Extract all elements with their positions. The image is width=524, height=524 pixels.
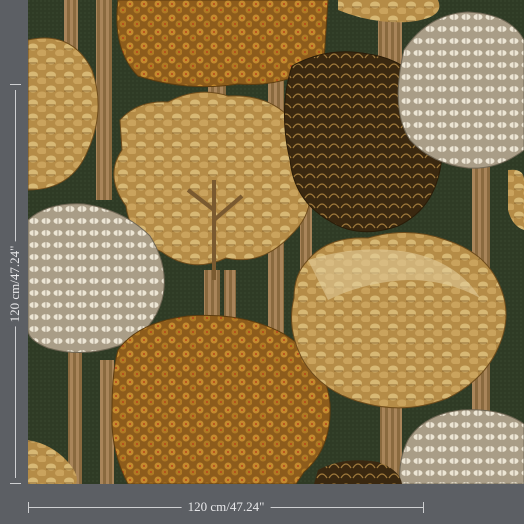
tree-wallpaper-pattern [28, 0, 524, 484]
width-dimension-label: 120 cm/47.24" [181, 499, 271, 515]
height-dimension-marker: 120 cm/47.24" [0, 84, 28, 484]
product-image-frame: 120 cm/47.24" 120 cm/47.24" [0, 0, 524, 524]
width-dimension-marker: 120 cm/47.24" [28, 496, 424, 520]
tree-pattern-illustration [28, 0, 524, 484]
height-dimension-label: 120 cm/47.24" [7, 241, 23, 327]
dimension-cap [423, 502, 424, 513]
dimension-cap [10, 84, 21, 85]
dimension-cap [10, 483, 21, 484]
